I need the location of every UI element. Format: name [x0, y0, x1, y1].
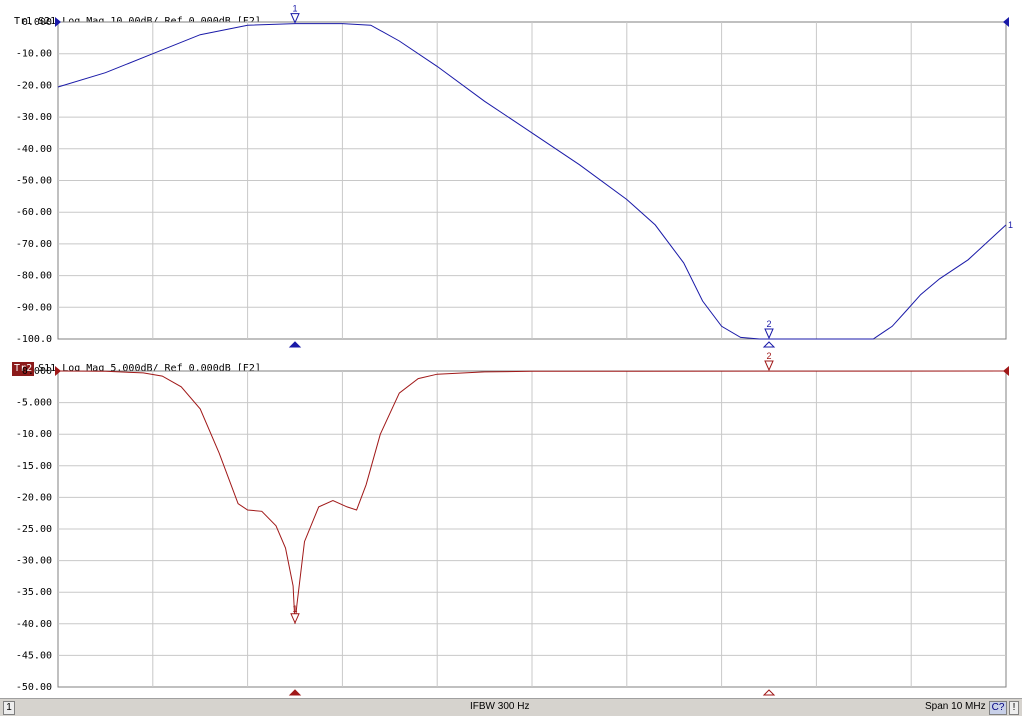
y-tick-label: -40.00 — [16, 144, 52, 155]
panel-1: 0.000 -10.00 -20.00 -30.00 -40.00 -50.00 -60.0… — [16, 4, 1013, 348]
y-tick-label: -40.00 — [16, 619, 52, 630]
y-tick-label: -20.00 — [16, 492, 52, 503]
y-tick-label: -100.0 — [16, 334, 52, 345]
marker-2-label: 2 — [766, 351, 771, 361]
y-tick-label: 0.000 — [22, 17, 52, 28]
warning-indicator[interactable]: ! — [1009, 701, 1019, 715]
status-bar: 1 IFBW 300 Hz Span 10 MHz C? ! — [0, 698, 1022, 716]
y-tick-label: -10.00 — [16, 49, 52, 60]
marker-2-icon — [764, 360, 774, 372]
y-tick-label: -50.00 — [16, 176, 52, 187]
marker-1-label: 1 — [292, 604, 297, 614]
span-readout: Span 10 MHz — [925, 701, 986, 712]
calibration-indicator[interactable]: C? — [989, 701, 1007, 715]
marker-1-icon — [290, 13, 300, 24]
y-tick-label: -50.00 — [16, 682, 52, 693]
y-tick-label: -25.00 — [16, 524, 52, 535]
y-tick-label: -15.00 — [16, 461, 52, 472]
y-tick-label: -30.00 — [16, 556, 52, 567]
marker-1-stimulus-indicator — [288, 689, 302, 696]
y-tick-label: -30.00 — [16, 112, 52, 123]
marker-2-label: 2 — [766, 319, 771, 329]
marker-1-label: 1 — [292, 4, 297, 14]
y-tick-label: -35.00 — [16, 587, 52, 598]
y-tick-label: 0.000 — [22, 366, 52, 377]
marker-2-stimulus-indicator — [762, 341, 776, 348]
marker-1-stimulus-indicator — [288, 341, 302, 348]
vna-plot-area[interactable]: 0.000 -10.00 -20.00 -30.00 -40.00 -50.00 -60.0… — [0, 0, 1022, 698]
channel-indicator[interactable]: 1 — [3, 701, 15, 715]
trace-end-label: 1 — [1008, 220, 1013, 230]
y-tick-label: -45.00 — [16, 650, 52, 661]
marker-2-stimulus-indicator — [762, 689, 776, 696]
y-tick-label: -20.00 — [16, 80, 52, 91]
y-tick-label: -10.00 — [16, 429, 52, 440]
ifbw-readout: IFBW 300 Hz — [470, 701, 530, 712]
y-tick-label: -60.00 — [16, 207, 52, 218]
y-tick-label: -70.00 — [16, 239, 52, 250]
y-tick-label: -5.000 — [16, 398, 52, 409]
y-tick-label: -80.00 — [16, 271, 52, 282]
panel-2: 0.000 -5.000 -10.00 -15.00 -20.00 -25.00 -30.0… — [16, 351, 1009, 696]
y-tick-label: -90.00 — [16, 302, 52, 313]
